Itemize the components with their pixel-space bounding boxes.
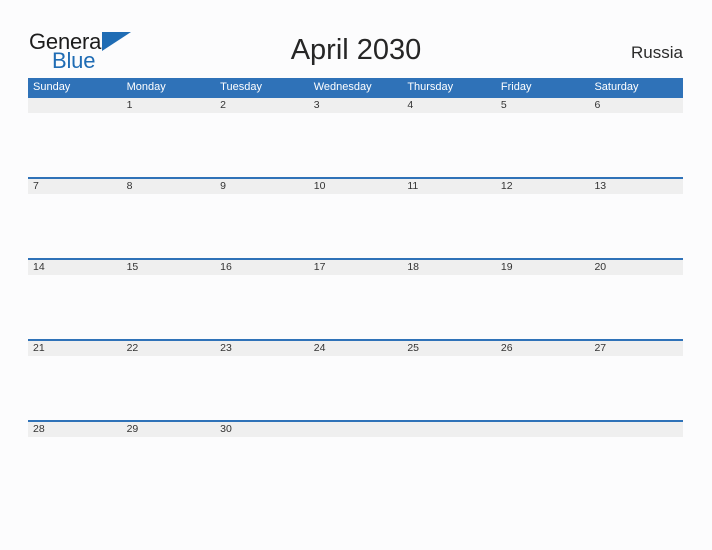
day-cell-number[interactable]: 3 bbox=[309, 98, 403, 113]
day-cell-number[interactable]: 5 bbox=[496, 98, 590, 113]
day-cell-content[interactable] bbox=[496, 437, 590, 501]
day-cell-content[interactable] bbox=[402, 356, 496, 420]
weekday-header-sunday: Sunday bbox=[33, 81, 71, 93]
day-cell-number[interactable]: 26 bbox=[496, 341, 590, 356]
weekday-header-tuesday: Tuesday bbox=[220, 81, 262, 93]
day-cell-content[interactable] bbox=[215, 437, 309, 501]
day-cell-content[interactable] bbox=[496, 356, 590, 420]
weekday-header-thursday: Thursday bbox=[407, 81, 454, 93]
day-cell-content[interactable] bbox=[122, 437, 216, 501]
day-cell-content[interactable] bbox=[589, 194, 683, 258]
day-cell-content[interactable] bbox=[28, 113, 122, 177]
day-cell-number[interactable] bbox=[309, 422, 403, 437]
day-cell-content[interactable] bbox=[309, 194, 403, 258]
day-cell-content[interactable] bbox=[28, 275, 122, 339]
day-cell-number[interactable]: 23 bbox=[215, 341, 309, 356]
day-cell-number[interactable] bbox=[589, 422, 683, 437]
day-cell-content[interactable] bbox=[309, 356, 403, 420]
day-cell-content[interactable] bbox=[122, 113, 216, 177]
day-cell-number[interactable]: 22 bbox=[122, 341, 216, 356]
day-cell-number[interactable] bbox=[496, 422, 590, 437]
day-cell-content[interactable] bbox=[28, 356, 122, 420]
calendar-week-row: 14 15 16 17 18 19 20 bbox=[28, 258, 683, 339]
page-title: April 2030 bbox=[290, 34, 422, 66]
day-cell-content[interactable] bbox=[28, 194, 122, 258]
day-cell-content[interactable] bbox=[402, 194, 496, 258]
day-cell-content[interactable] bbox=[215, 113, 309, 177]
day-cell-content[interactable] bbox=[28, 437, 122, 501]
page-header: General Blue April 2030 Russia bbox=[0, 0, 712, 78]
day-cell-number[interactable]: 16 bbox=[215, 260, 309, 275]
day-cell-number[interactable]: 9 bbox=[215, 179, 309, 194]
weekday-header-friday: Friday bbox=[500, 81, 532, 93]
day-cell-number[interactable] bbox=[402, 422, 496, 437]
calendar-week-row: 28 29 30 bbox=[28, 420, 683, 501]
day-cell-number[interactable]: 28 bbox=[28, 422, 122, 437]
day-cell-number[interactable]: 24 bbox=[309, 341, 403, 356]
day-cell-content[interactable] bbox=[589, 356, 683, 420]
week-content-band bbox=[28, 437, 683, 501]
day-cell-content[interactable] bbox=[402, 437, 496, 501]
weekday-header-monday: Monday bbox=[126, 81, 166, 93]
day-cell-number[interactable]: 25 bbox=[402, 341, 496, 356]
day-cell-content[interactable] bbox=[122, 194, 216, 258]
day-cell-content[interactable] bbox=[496, 113, 590, 177]
day-cell-number[interactable]: 19 bbox=[496, 260, 590, 275]
weekday-header-saturday: Saturday bbox=[594, 81, 639, 93]
day-cell-content[interactable] bbox=[496, 194, 590, 258]
day-cell-number[interactable]: 17 bbox=[309, 260, 403, 275]
week-date-band: 28 29 30 bbox=[28, 420, 683, 437]
week-date-band: 7 8 9 10 11 12 13 bbox=[28, 177, 683, 194]
day-cell-content[interactable] bbox=[215, 194, 309, 258]
day-cell-number[interactable]: 4 bbox=[402, 98, 496, 113]
day-cell-content[interactable] bbox=[589, 275, 683, 339]
day-cell-number[interactable] bbox=[28, 98, 122, 113]
weekday-header-row: Sunday Monday Tuesday Wednesday Thursday… bbox=[28, 78, 683, 96]
week-date-band: 14 15 16 17 18 19 20 bbox=[28, 258, 683, 275]
day-cell-number[interactable]: 11 bbox=[402, 179, 496, 194]
day-cell-number[interactable]: 30 bbox=[215, 422, 309, 437]
week-date-band: 1 2 3 4 5 6 bbox=[28, 96, 683, 113]
day-cell-content[interactable] bbox=[309, 437, 403, 501]
calendar-week-row: 1 2 3 4 5 6 bbox=[28, 96, 683, 177]
calendar-grid: Sunday Monday Tuesday Wednesday Thursday… bbox=[28, 78, 683, 501]
week-date-band: 21 22 23 24 25 26 27 bbox=[28, 339, 683, 356]
week-content-band bbox=[28, 275, 683, 339]
day-cell-content[interactable] bbox=[589, 437, 683, 501]
week-content-band bbox=[28, 113, 683, 177]
week-content-band bbox=[28, 356, 683, 420]
day-cell-content[interactable] bbox=[402, 113, 496, 177]
day-cell-number[interactable]: 18 bbox=[402, 260, 496, 275]
week-content-band bbox=[28, 194, 683, 258]
day-cell-number[interactable]: 10 bbox=[309, 179, 403, 194]
day-cell-number[interactable]: 6 bbox=[589, 98, 683, 113]
day-cell-number[interactable]: 15 bbox=[122, 260, 216, 275]
calendar-week-row: 7 8 9 10 11 12 13 bbox=[28, 177, 683, 258]
day-cell-content[interactable] bbox=[122, 275, 216, 339]
day-cell-number[interactable]: 7 bbox=[28, 179, 122, 194]
day-cell-content[interactable] bbox=[309, 275, 403, 339]
day-cell-content[interactable] bbox=[309, 113, 403, 177]
day-cell-content[interactable] bbox=[402, 275, 496, 339]
country-label: Russia bbox=[631, 43, 683, 62]
day-cell-number[interactable]: 13 bbox=[589, 179, 683, 194]
day-cell-content[interactable] bbox=[589, 113, 683, 177]
day-cell-content[interactable] bbox=[122, 356, 216, 420]
day-cell-content[interactable] bbox=[215, 356, 309, 420]
day-cell-number[interactable]: 2 bbox=[215, 98, 309, 113]
day-cell-number[interactable]: 21 bbox=[28, 341, 122, 356]
day-cell-number[interactable]: 12 bbox=[496, 179, 590, 194]
day-cell-number[interactable]: 14 bbox=[28, 260, 122, 275]
day-cell-number[interactable]: 1 bbox=[122, 98, 216, 113]
day-cell-content[interactable] bbox=[215, 275, 309, 339]
day-cell-content[interactable] bbox=[496, 275, 590, 339]
day-cell-number[interactable]: 29 bbox=[122, 422, 216, 437]
day-cell-number[interactable]: 8 bbox=[122, 179, 216, 194]
weekday-header-wednesday: Wednesday bbox=[313, 81, 372, 93]
calendar-week-row: 21 22 23 24 25 26 27 bbox=[28, 339, 683, 420]
day-cell-number[interactable]: 27 bbox=[589, 341, 683, 356]
day-cell-number[interactable]: 20 bbox=[589, 260, 683, 275]
